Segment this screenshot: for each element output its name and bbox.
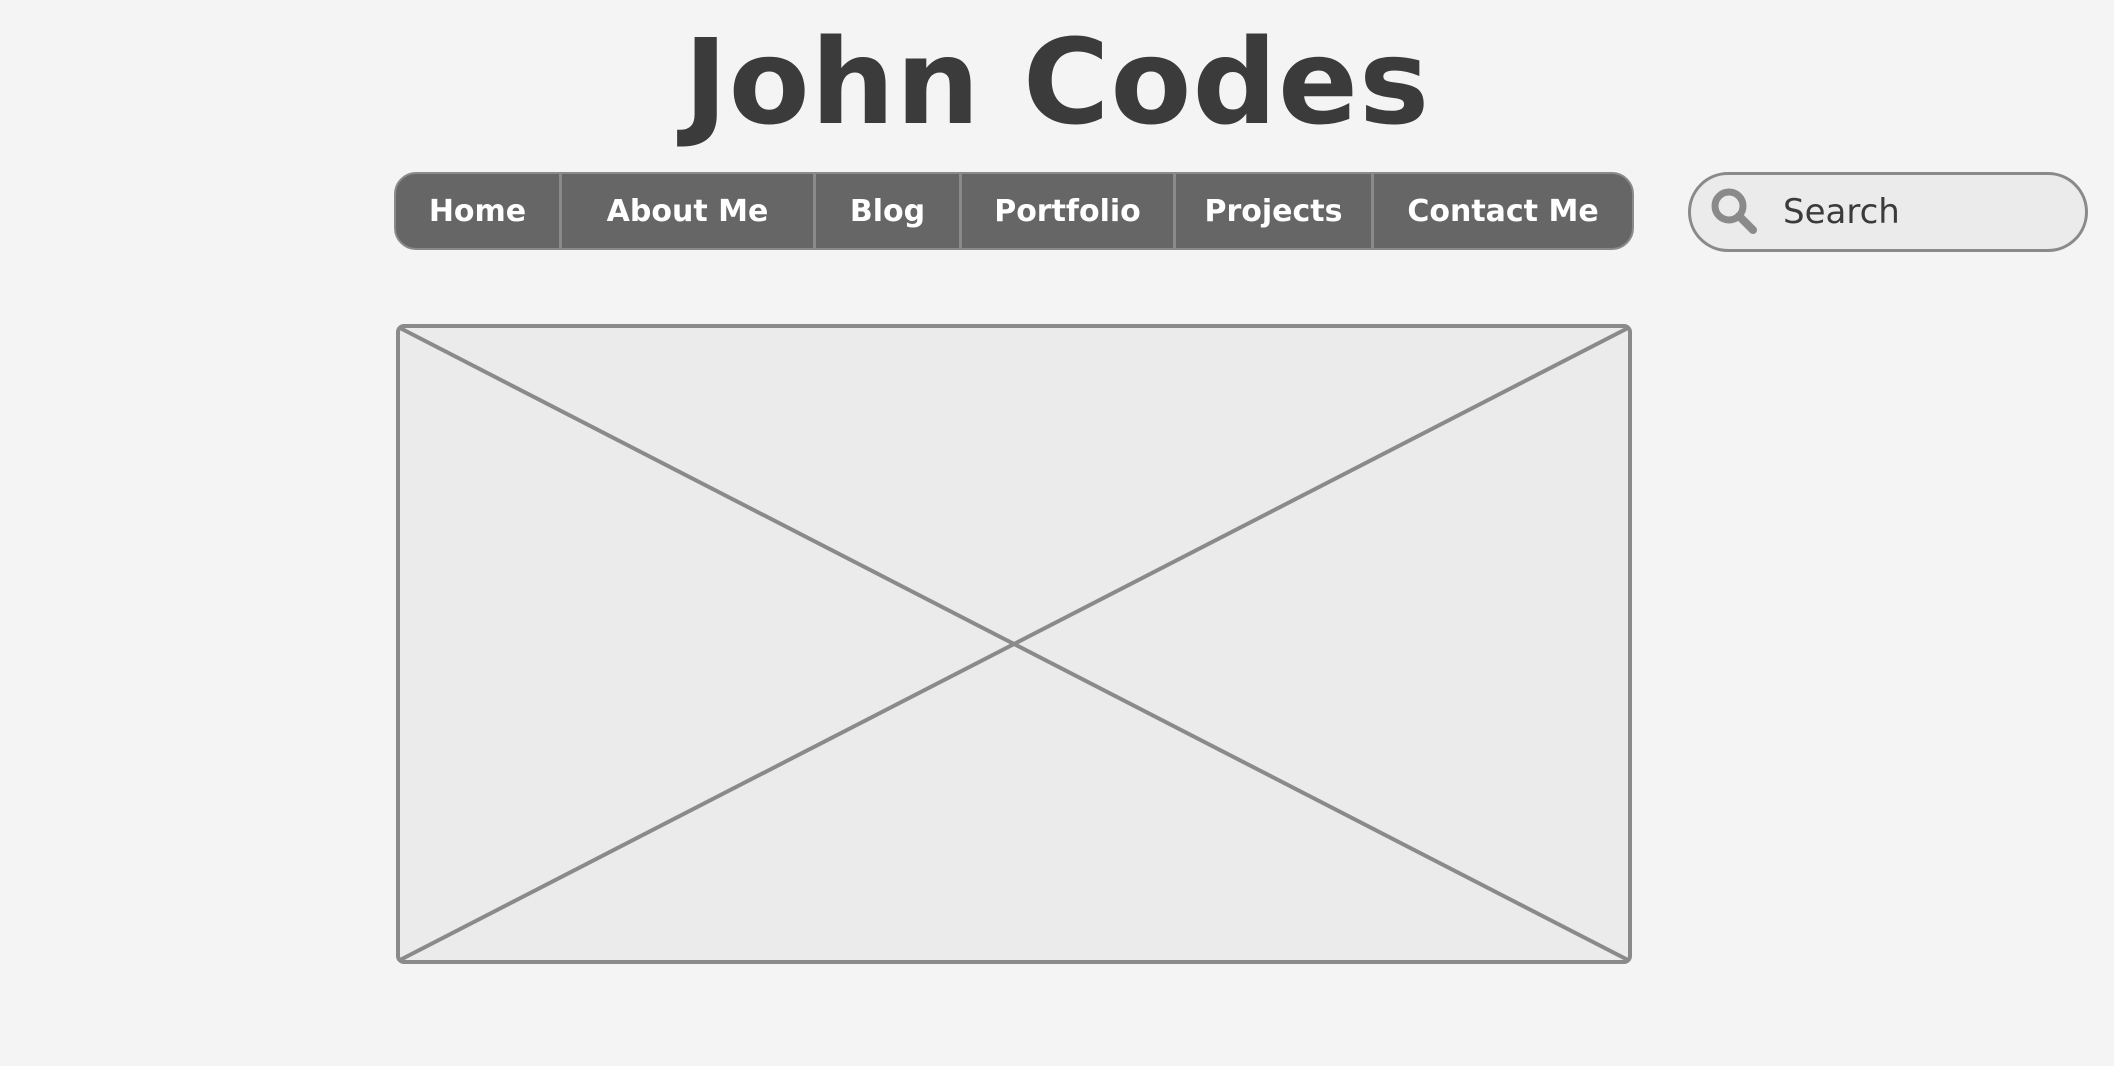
main-nav: Home About Me Blog Portfolio Projects Co…: [394, 172, 1634, 250]
nav-item-home[interactable]: Home: [396, 174, 562, 248]
nav-item-blog[interactable]: Blog: [816, 174, 962, 248]
nav-item-contact-me[interactable]: Contact Me: [1374, 174, 1632, 248]
search-icon[interactable]: [1705, 182, 1765, 242]
site-title: John Codes: [683, 13, 1431, 151]
image-placeholder: [396, 324, 1632, 964]
search-input[interactable]: [1781, 191, 2065, 233]
nav-item-portfolio[interactable]: Portfolio: [962, 174, 1176, 248]
page: John Codes Home About Me Blog Portfolio …: [0, 0, 2114, 1066]
nav-item-about-me[interactable]: About Me: [562, 174, 816, 248]
nav-item-projects[interactable]: Projects: [1176, 174, 1374, 248]
search-box[interactable]: [1688, 172, 2088, 252]
